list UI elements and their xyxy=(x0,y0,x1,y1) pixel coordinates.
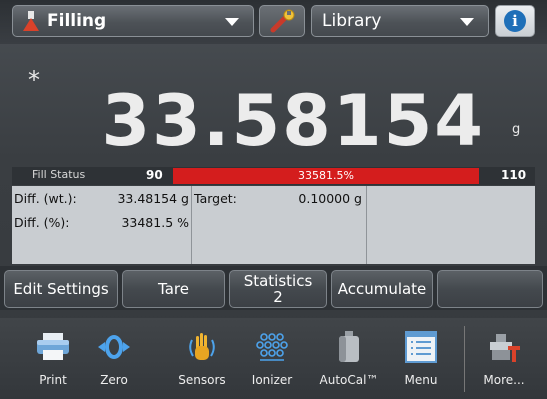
empty-softkey[interactable] xyxy=(437,270,543,308)
info-button[interactable]: i xyxy=(495,5,535,37)
edit-settings-button[interactable]: Edit Settings xyxy=(4,270,118,308)
results-panel: Diff. (wt.): 33.48154 g Diff. (%): 33481… xyxy=(12,186,535,264)
target-label: Target: xyxy=(194,191,237,206)
calibration-weight-icon xyxy=(339,331,359,362)
menu-list-icon xyxy=(405,331,437,363)
diff-pct-value: 33481.5 % xyxy=(121,215,189,230)
statistics-label: Statistics xyxy=(243,272,313,290)
weight-unit: g xyxy=(512,122,521,137)
nav-sensors[interactable]: Sensors xyxy=(172,326,232,387)
application-dropdown[interactable]: Filling xyxy=(12,5,254,37)
top-bar: Filling Library i xyxy=(0,0,547,44)
hand-sensor-icon xyxy=(189,333,215,360)
fill-status-bar: Fill Status 90 33581.5% 110 xyxy=(12,167,535,185)
application-label: Filling xyxy=(47,11,107,31)
chevron-down-icon xyxy=(460,18,474,26)
info-icon: i xyxy=(504,10,526,32)
settings-button[interactable] xyxy=(259,5,305,37)
fill-min-value: 90 xyxy=(146,168,163,182)
tare-button[interactable]: Tare xyxy=(122,270,225,308)
nav-ionizer-label: Ionizer xyxy=(251,373,293,387)
ionizer-icon xyxy=(256,333,288,361)
nav-menu[interactable]: Menu xyxy=(391,326,451,387)
bottom-nav: Print Zero Sensors Ionizer AutoCal™ Menu… xyxy=(0,318,547,399)
nav-more[interactable]: More... xyxy=(474,326,534,387)
accumulate-label: Accumulate xyxy=(337,280,427,298)
chevron-down-icon xyxy=(225,18,239,26)
accumulate-button[interactable]: Accumulate xyxy=(331,270,433,308)
fill-percent: 33581.5% xyxy=(298,169,354,182)
column-divider xyxy=(191,186,192,264)
diff-wt-label: Diff. (wt.): xyxy=(14,191,77,206)
fill-max-value: 110 xyxy=(501,168,527,182)
diff-wt-value: 33.48154 g xyxy=(117,191,189,206)
wrench-icon xyxy=(270,9,295,33)
nav-ionizer[interactable]: Ionizer xyxy=(242,326,302,387)
flask-icon xyxy=(23,11,39,31)
nav-autocal[interactable]: AutoCal™ xyxy=(314,326,384,387)
printer-icon xyxy=(37,333,69,360)
edit-settings-label: Edit Settings xyxy=(13,280,109,298)
nav-print-label: Print xyxy=(39,373,67,387)
stability-indicator: * xyxy=(28,66,40,94)
nav-divider xyxy=(464,326,465,392)
diff-pct-label: Diff. (%): xyxy=(14,215,70,230)
nav-print[interactable]: Print xyxy=(23,326,83,387)
tare-label: Tare xyxy=(158,280,189,298)
statistics-count: 2 xyxy=(273,288,283,306)
nav-more-label: More... xyxy=(483,373,525,387)
statistics-button[interactable]: Statistics 2 xyxy=(229,270,327,308)
zero-icon xyxy=(98,335,130,359)
nav-menu-label: Menu xyxy=(404,373,438,387)
weight-readout: 33.58154 xyxy=(101,80,485,162)
library-dropdown[interactable]: Library xyxy=(311,5,489,37)
target-value: 0.10000 g xyxy=(298,191,362,206)
fill-progress-track: 33581.5% xyxy=(173,168,479,184)
nav-autocal-label: AutoCal™ xyxy=(319,373,379,387)
nav-zero[interactable]: Zero xyxy=(84,326,144,387)
nav-zero-label: Zero xyxy=(100,373,128,387)
library-label: Library xyxy=(322,11,382,31)
fill-status-label: Fill Status xyxy=(32,168,86,181)
column-divider xyxy=(366,186,367,264)
more-icon xyxy=(490,334,520,362)
nav-sensors-label: Sensors xyxy=(178,373,226,387)
softkey-row: Edit Settings Tare Statistics 2 Accumula… xyxy=(0,266,547,310)
